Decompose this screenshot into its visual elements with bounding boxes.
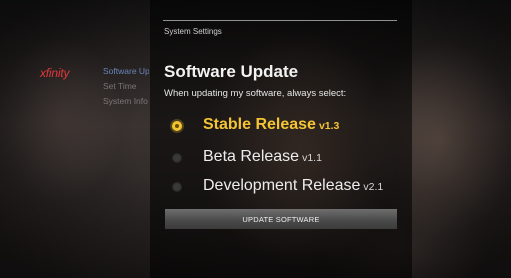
xfinity-logo: xfinity bbox=[40, 66, 70, 80]
page-title: Software Update bbox=[164, 62, 299, 81]
option-name: Stable Release bbox=[203, 116, 316, 133]
option-name: Development Release bbox=[203, 177, 361, 194]
menu-item-system-info[interactable]: System Info bbox=[103, 94, 149, 109]
option-label: Development Release v2.1 bbox=[203, 177, 383, 195]
menu-item-set-time[interactable]: Set Time bbox=[103, 79, 149, 94]
option-label: Beta Release v1.1 bbox=[203, 148, 322, 166]
breadcrumb: System Settings bbox=[164, 27, 222, 36]
option-version: v1.3 bbox=[318, 120, 340, 132]
menu-item-software-update[interactable]: Software Update bbox=[103, 64, 149, 79]
option-stable-release[interactable]: Stable Release v1.3 bbox=[172, 116, 402, 136]
radio-selected-icon[interactable] bbox=[172, 121, 182, 131]
radio-unselected-icon[interactable] bbox=[172, 182, 182, 192]
settings-menu: Software Update Set Time System Info bbox=[103, 64, 149, 109]
header-divider bbox=[163, 20, 397, 21]
option-beta-release[interactable]: Beta Release v1.1 bbox=[172, 148, 402, 168]
tv-settings-screen: System Settings xfinity Software Update … bbox=[0, 0, 511, 278]
page-subtitle: When updating my software, always select… bbox=[164, 88, 347, 99]
radio-unselected-icon[interactable] bbox=[172, 153, 182, 163]
update-software-button[interactable]: UPDATE SOFTWARE bbox=[165, 209, 397, 229]
option-name: Beta Release bbox=[203, 148, 300, 165]
option-version: v2.1 bbox=[363, 181, 384, 193]
settings-panel bbox=[150, 0, 412, 278]
option-version: v1.1 bbox=[302, 152, 322, 164]
option-development-release[interactable]: Development Release v2.1 bbox=[172, 177, 402, 197]
option-label: Stable Release v1.3 bbox=[203, 116, 339, 134]
